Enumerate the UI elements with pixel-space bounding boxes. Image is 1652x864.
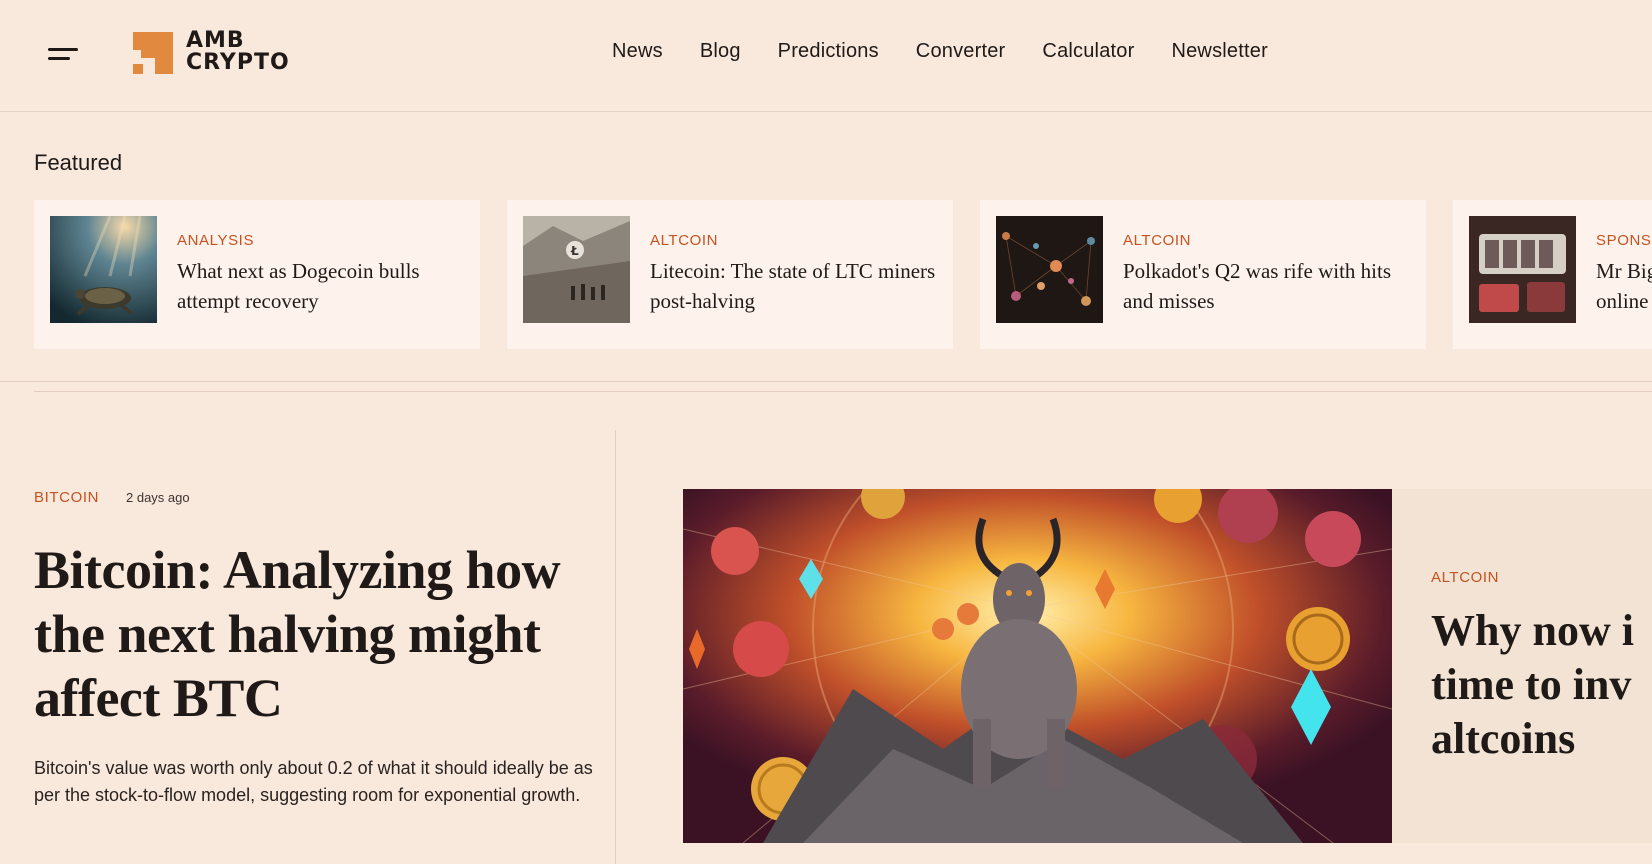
logo-mark-icon (133, 32, 173, 74)
second-story-headline-line: Why now i (1431, 606, 1634, 655)
logo-line1: AMB (186, 28, 245, 53)
second-story-headline-line: time to inv (1431, 660, 1632, 709)
lead-timestamp: 2 days ago (126, 490, 190, 505)
featured-card-image[interactable]: Ł (523, 216, 630, 323)
featured-card-title[interactable]: What next as Dogecoin bulls attempt reco… (177, 256, 467, 316)
logo-wordmark: AMB CRYPTO (186, 30, 290, 74)
featured-card-title[interactable]: Polkadot's Q2 was rife with hits and mis… (1123, 256, 1413, 316)
lead-headline[interactable]: Bitcoin: Analyzing how the next halving … (34, 538, 594, 730)
featured-card[interactable]: Ł ALTCOIN Litecoin: The state of LTC min… (507, 200, 953, 349)
lead-category[interactable]: BITCOIN (34, 489, 99, 506)
featured-card-image[interactable] (50, 216, 157, 323)
featured-heading: Featured (34, 150, 123, 175)
featured-card[interactable]: ALTCOIN Polkadot's Q2 was rife with hits… (980, 200, 1426, 349)
lead-excerpt: Bitcoin's value was worth only about 0.2… (34, 758, 593, 805)
second-story-category[interactable]: ALTCOIN (1431, 569, 1499, 586)
nav-blog[interactable]: Blog (700, 40, 741, 63)
nav-calculator[interactable]: Calculator (1042, 40, 1134, 63)
section-divider (34, 391, 1652, 392)
site-header: AMB CRYPTO News Blog Predictions Convert… (0, 0, 1652, 112)
featured-card-category[interactable]: ANALYSIS (177, 232, 254, 249)
main-nav: News Blog Predictions Converter Calculat… (612, 40, 1268, 63)
svg-text:Ł: Ł (570, 244, 579, 258)
section-divider (0, 381, 1652, 382)
menu-icon-line (48, 57, 70, 60)
site-logo[interactable]: AMB CRYPTO (133, 30, 311, 76)
featured-card[interactable]: SPONS Mr Big online (1453, 200, 1652, 349)
nav-news[interactable]: News (612, 40, 663, 63)
featured-card-category[interactable]: SPONS (1596, 232, 1652, 249)
featured-card-category[interactable]: ALTCOIN (650, 232, 718, 249)
second-story-image[interactable] (683, 489, 1392, 843)
nav-converter[interactable]: Converter (916, 40, 1006, 63)
column-divider (615, 430, 616, 864)
featured-card-image[interactable] (1469, 216, 1576, 323)
featured-card-title[interactable]: Mr Big online (1596, 256, 1652, 316)
featured-card-image[interactable] (996, 216, 1103, 323)
logo-line2: CRYPTO (186, 50, 290, 75)
nav-newsletter[interactable]: Newsletter (1171, 40, 1267, 63)
menu-icon[interactable] (48, 48, 78, 62)
nav-predictions[interactable]: Predictions (778, 40, 879, 63)
featured-card[interactable]: ANALYSIS What next as Dogecoin bulls att… (34, 200, 480, 349)
menu-icon-line (48, 48, 78, 51)
second-story-headline-line: altcoins (1431, 714, 1576, 763)
featured-carousel: ANALYSIS What next as Dogecoin bulls att… (34, 200, 1652, 349)
featured-card-category[interactable]: ALTCOIN (1123, 232, 1191, 249)
featured-card-title[interactable]: Litecoin: The state of LTC miners post-h… (650, 256, 940, 316)
second-story-headline[interactable]: Why now i time to inv altcoins (1431, 604, 1652, 766)
